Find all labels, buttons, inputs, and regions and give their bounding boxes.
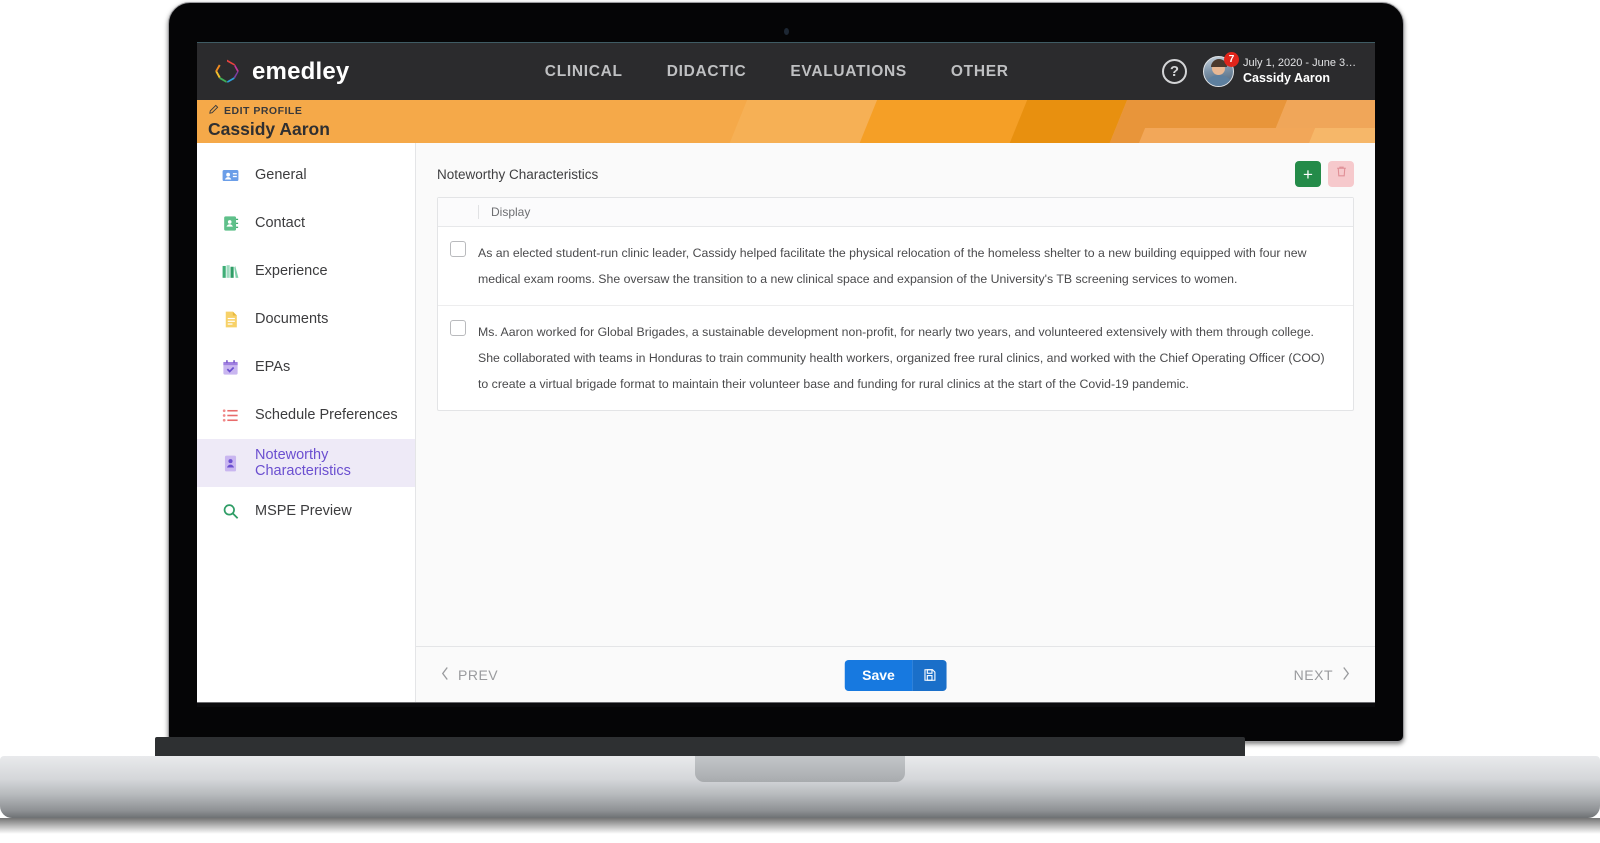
magnifier-icon [221,502,240,521]
save-button-label: Save [844,659,913,691]
prev-button[interactable]: PREV [440,666,498,684]
sidebar-item-label: Experience [255,263,328,279]
topbar-right-group: ? 7 July 1, 2020 - June 30, … Cassidy Aa… [1162,52,1361,87]
notification-badge: 7 [1224,52,1239,67]
row-display-text: Ms. Aaron worked for Global Brigades, a … [478,325,1325,391]
address-book-icon [221,214,240,233]
sidebar-item-general[interactable]: General [197,151,415,199]
sidebar-item-label: Documents [255,311,329,327]
user-menu[interactable]: 7 July 1, 2020 - June 30, … Cassidy Aaro… [1203,52,1361,87]
content-inner: Noteworthy Characteristics + Display As … [416,143,1375,646]
user-info: July 1, 2020 - June 30, … Cassidy Aaron [1243,57,1361,86]
sidebar-item-mspe-preview[interactable]: MSPE Preview [197,487,415,535]
profile-card-icon [221,454,240,473]
sidebar-item-label: Contact [255,215,305,231]
sidebar-item-label: General [255,167,307,183]
sidebar-item-documents[interactable]: Documents [197,295,415,343]
delete-button[interactable] [1328,161,1354,187]
nav-item-other[interactable]: OTHER [951,63,1009,81]
id-card-icon [221,166,240,185]
nav-item-didactic[interactable]: DIDACTIC [667,63,747,81]
sidebar-item-label: MSPE Preview [255,503,352,519]
chevron-left-icon [440,666,450,684]
sidebar-item-experience[interactable]: Experience [197,247,415,295]
banner-stripe-decoration [197,100,1375,143]
sidebar-item-epas[interactable]: EPAs [197,343,415,391]
row-checkbox[interactable] [450,241,466,257]
sidebar-item-label: EPAs [255,359,291,375]
user-name: Cassidy Aaron [1243,70,1331,85]
user-term-range: July 1, 2020 - June 30, … [1243,56,1361,69]
sidebar-item-noteworthy-characteristics[interactable]: Noteworthy Characteristics [197,439,415,487]
sidebar-item-label: Schedule Preferences [255,407,398,423]
panel-header: Noteworthy Characteristics + [437,159,1354,189]
top-navigation-bar: emedley CLINICAL DIDACTIC EVALUATIONS OT… [197,43,1375,100]
sidebar-item-contact[interactable]: Contact [197,199,415,247]
panel-title: Noteworthy Characteristics [437,166,599,182]
lid-bottom-strip [197,702,1375,707]
laptop-base-notch [695,756,905,782]
webcam-icon [784,28,789,35]
question-mark-circle-icon[interactable]: ? [1162,59,1187,84]
table-row[interactable]: Ms. Aaron worked for Global Brigades, a … [438,306,1353,410]
emedley-hexagon-logo-icon [213,58,241,86]
avatar[interactable]: 7 [1203,52,1239,87]
document-icon [221,310,240,329]
chevron-right-icon [1341,666,1351,684]
floppy-disk-icon[interactable] [912,659,947,691]
screen-viewport: emedley CLINICAL DIDACTIC EVALUATIONS OT… [197,42,1375,702]
app-body: General Contact Experience Documents EPA… [197,143,1375,702]
sidebar-item-label: Noteworthy Characteristics [255,447,351,479]
laptop-shadow [0,818,1600,834]
edit-profile-label: EDIT PROFILE [224,105,303,117]
nav-item-evaluations[interactable]: EVALUATIONS [790,63,907,81]
calendar-check-icon [221,358,240,377]
brand-name: emedley [252,57,350,85]
row-checkbox-cell [438,319,478,397]
profile-banner: EDIT PROFILE Cassidy Aaron [197,100,1375,143]
row-checkbox-cell [438,240,478,292]
banner-text-group: EDIT PROFILE Cassidy Aaron [208,104,330,140]
next-label: NEXT [1293,667,1333,683]
content-area: Noteworthy Characteristics + Display As … [416,143,1375,702]
plus-icon: + [1303,164,1313,184]
footer-navigation: PREV Save NEXT [416,646,1375,702]
row-checkbox[interactable] [450,320,466,336]
trash-icon [1335,165,1348,183]
add-button[interactable]: + [1295,161,1321,187]
column-header-display: Display [478,205,530,219]
page-title: Cassidy Aaron [208,119,330,139]
noteworthy-characteristics-table: Display As an elected student-run clinic… [437,197,1354,411]
main-nav: CLINICAL DIDACTIC EVALUATIONS OTHER [545,63,1009,81]
edit-profile-link[interactable]: EDIT PROFILE [208,104,330,118]
pencil-icon [208,104,219,118]
table-row[interactable]: As an elected student-run clinic leader,… [438,227,1353,306]
next-button[interactable]: NEXT [1294,666,1351,684]
sidebar-item-schedule-preferences[interactable]: Schedule Preferences [197,391,415,439]
table-header-row: Display [438,198,1353,227]
books-icon [221,262,240,281]
brand-logo[interactable]: emedley [213,58,349,86]
row-display-text: As an elected student-run clinic leader,… [478,246,1307,286]
nav-item-clinical[interactable]: CLINICAL [545,63,623,81]
save-button[interactable]: Save [844,659,947,691]
list-icon [221,406,240,425]
sidebar: General Contact Experience Documents EPA… [197,143,416,702]
prev-label: PREV [458,667,499,683]
laptop-mockup: emedley CLINICAL DIDACTIC EVALUATIONS OT… [168,2,1404,742]
panel-actions: + [1295,161,1354,187]
